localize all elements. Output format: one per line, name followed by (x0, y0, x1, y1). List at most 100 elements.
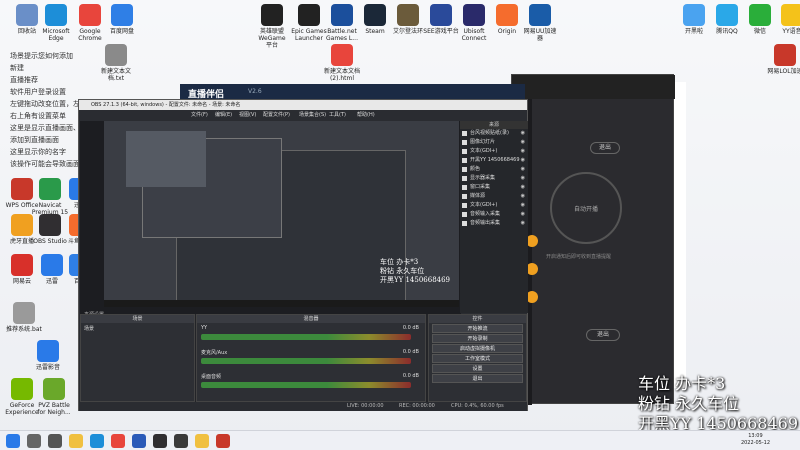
source-label: 媒体源 (470, 193, 486, 199)
source-item[interactable]: 开黑YY 1450668469 ◉ (460, 156, 528, 165)
edge-icon[interactable] (90, 434, 104, 448)
mixer-dock[interactable]: 混音器 YY 0.0 dB 麦克风/Aux 0.0 dB 桌面音频 0.0 dB (196, 314, 426, 402)
obs-title: OBS 27.1.3 (64-bit, windows) - 配置文件: 未命名… (79, 100, 527, 110)
channel-level: 0.0 dB (402, 349, 419, 355)
source-item[interactable]: 颜色 ◉ (460, 165, 528, 174)
obs-icon[interactable] (153, 434, 167, 448)
menu-item[interactable]: 文件(F) (191, 110, 208, 120)
overlay-line: 开黑YY 1450668469 (380, 276, 451, 284)
app-icon (781, 4, 800, 26)
app-icon (716, 4, 738, 26)
visibility-icon[interactable]: ◉ (521, 147, 525, 156)
cpu-fps: CPU: 0.4%, 60.00 fps (451, 403, 504, 409)
live-app-window[interactable]: 退出 自动开播 开启通知后即可收到直播提醒 退出 (511, 74, 675, 405)
desktop-icon[interactable]: 网易UU加速 器 (518, 4, 562, 42)
desktop-icon[interactable]: YY语音 (770, 4, 800, 35)
control-button[interactable]: 开始录制 (432, 334, 523, 343)
source-item[interactable]: 台风视频贴纸(录) ◉ (460, 129, 528, 138)
menu-item[interactable]: 配置文件(P) (263, 110, 290, 120)
source-item[interactable]: 窗口采集 ◉ (460, 183, 528, 192)
app-icon[interactable] (216, 434, 230, 448)
menu-item[interactable]: 工具(T) (329, 110, 346, 120)
app-icon (13, 302, 35, 324)
control-button[interactable]: 退出 (432, 374, 523, 383)
note-line: 新建 (10, 64, 24, 72)
menu-item[interactable]: 编辑(E) (215, 110, 232, 120)
visibility-icon[interactable]: ◉ (521, 165, 525, 174)
volume-meter[interactable] (201, 334, 411, 340)
control-button[interactable]: 启动虚拟摄像机 (432, 344, 523, 353)
start-icon[interactable] (6, 434, 20, 448)
app-icon (683, 4, 705, 26)
folder-icon[interactable] (195, 434, 209, 448)
sources-panel[interactable]: 来源 台风视频贴纸(录) ◉ 图像幻灯片 ◉ 文本(GDI+) ◉ 开黑YY 1450668… (460, 121, 528, 313)
source-item[interactable]: 音频输入采集 ◉ (460, 210, 528, 219)
sources-list[interactable]: 台风视频贴纸(录) ◉ 图像幻灯片 ◉ 文本(GDI+) ◉ 开黑YY 1450668469… (460, 129, 528, 228)
source-item[interactable]: 文本(GDI+) ◉ (460, 147, 528, 156)
source-item[interactable]: 图像幻灯片 ◉ (460, 138, 528, 147)
desktop-icon[interactable]: 迅雷影音 (26, 340, 70, 371)
controls-dock[interactable]: 控件 开始推流 开始录制 启动虚拟摄像机 工作室模式 设置 退出 (428, 314, 527, 402)
source-item[interactable]: 显示器采集 ◉ (460, 174, 528, 183)
visibility-icon[interactable]: ◉ (521, 138, 525, 147)
app-icon (397, 4, 419, 26)
source-item[interactable]: 音频输出采集 ◉ (460, 219, 528, 228)
visibility-icon[interactable]: ◉ (521, 183, 525, 192)
visibility-icon[interactable]: ◉ (521, 192, 525, 201)
task-view-icon[interactable] (48, 434, 62, 448)
source-label: 台风视频贴纸(录) (470, 130, 509, 136)
obs-docks: 场景 场景 混音器 YY 0.0 dB 麦克风/Aux 0.0 dB 桌面音频 0.0 d… (80, 314, 527, 410)
app-icon (111, 4, 133, 26)
explorer-icon[interactable] (69, 434, 83, 448)
streamer-window-titlebar[interactable]: 直播伴侣 V2.6 (180, 84, 525, 100)
visibility-icon[interactable]: ◉ (521, 129, 525, 138)
scenes-dock[interactable]: 场景 场景 (80, 314, 195, 402)
visibility-icon[interactable]: ◉ (521, 210, 525, 219)
store-icon[interactable] (132, 434, 146, 448)
desktop-icon[interactable]: 新建文本文档 (2).html (320, 44, 364, 82)
visibility-icon[interactable]: ◉ (521, 201, 525, 210)
app-icon (79, 4, 101, 26)
desktop-icon[interactable]: 推荐系统.bat (2, 302, 46, 333)
visibility-icon[interactable]: ◉ (521, 219, 525, 228)
menu-item[interactable]: 场景集合(S) (299, 110, 326, 120)
mixer-header: 混音器 (197, 315, 425, 323)
live-icon[interactable] (174, 434, 188, 448)
menu-item[interactable]: 帮助(H) (357, 110, 375, 120)
desktop-icon-label: PVZ Battle for Neigh... (37, 402, 71, 416)
scene-item[interactable]: 场景 (81, 323, 194, 334)
system-clock[interactable]: 13:09 2022-05-12 (741, 433, 770, 447)
source-item[interactable]: 媒体源 ◉ (460, 192, 528, 201)
desktop-icon[interactable]: PVZ Battle for Neigh... (32, 378, 76, 416)
app-pill-button[interactable]: 退出 (590, 142, 620, 154)
app-icon (11, 378, 33, 400)
control-button[interactable]: 设置 (432, 364, 523, 373)
desktop-icon[interactable]: 网易LOL加速 (763, 44, 800, 75)
mixer-channel[interactable]: YY 0.0 dB (197, 323, 425, 347)
channel-level: 0.0 dB (402, 373, 419, 379)
volume-meter[interactable] (201, 382, 411, 388)
app-sub-text: 开启通知后即可收到直播提醒 (546, 254, 612, 260)
obs-window[interactable]: OBS 27.1.3 (64-bit, windows) - 配置文件: 未命名… (78, 99, 528, 411)
control-button[interactable]: 工作室模式 (432, 354, 523, 363)
mixer-channel[interactable]: 桌面音频 0.0 dB (197, 371, 425, 395)
taskbar: 13:09 2022-05-12 (0, 430, 800, 450)
source-item[interactable]: 文本(GDI+) ◉ (460, 201, 528, 210)
preview-taskbar (104, 300, 459, 307)
app-icon (529, 4, 551, 26)
caption-line: 粉钻 永久车位 (638, 394, 740, 413)
mixer-channel[interactable]: 麦克风/Aux 0.0 dB (197, 347, 425, 371)
app-exit-button[interactable]: 退出 (586, 329, 620, 341)
visibility-icon[interactable]: ◉ (521, 156, 525, 165)
desktop-icon-label: 推荐系统.bat (6, 326, 42, 333)
visibility-icon[interactable]: ◉ (521, 174, 525, 183)
search-icon[interactable] (27, 434, 41, 448)
volume-meter[interactable] (201, 358, 411, 364)
menu-item[interactable]: 视图(V) (239, 110, 256, 120)
chrome-icon[interactable] (111, 434, 125, 448)
control-button[interactable]: 开始推流 (432, 324, 523, 333)
app-icon (43, 378, 65, 400)
channel-name: 麦克风/Aux (201, 350, 228, 356)
desktop-icon[interactable]: 百度网盘 (100, 4, 144, 35)
auto-live-ring[interactable]: 自动开播 (550, 172, 622, 244)
